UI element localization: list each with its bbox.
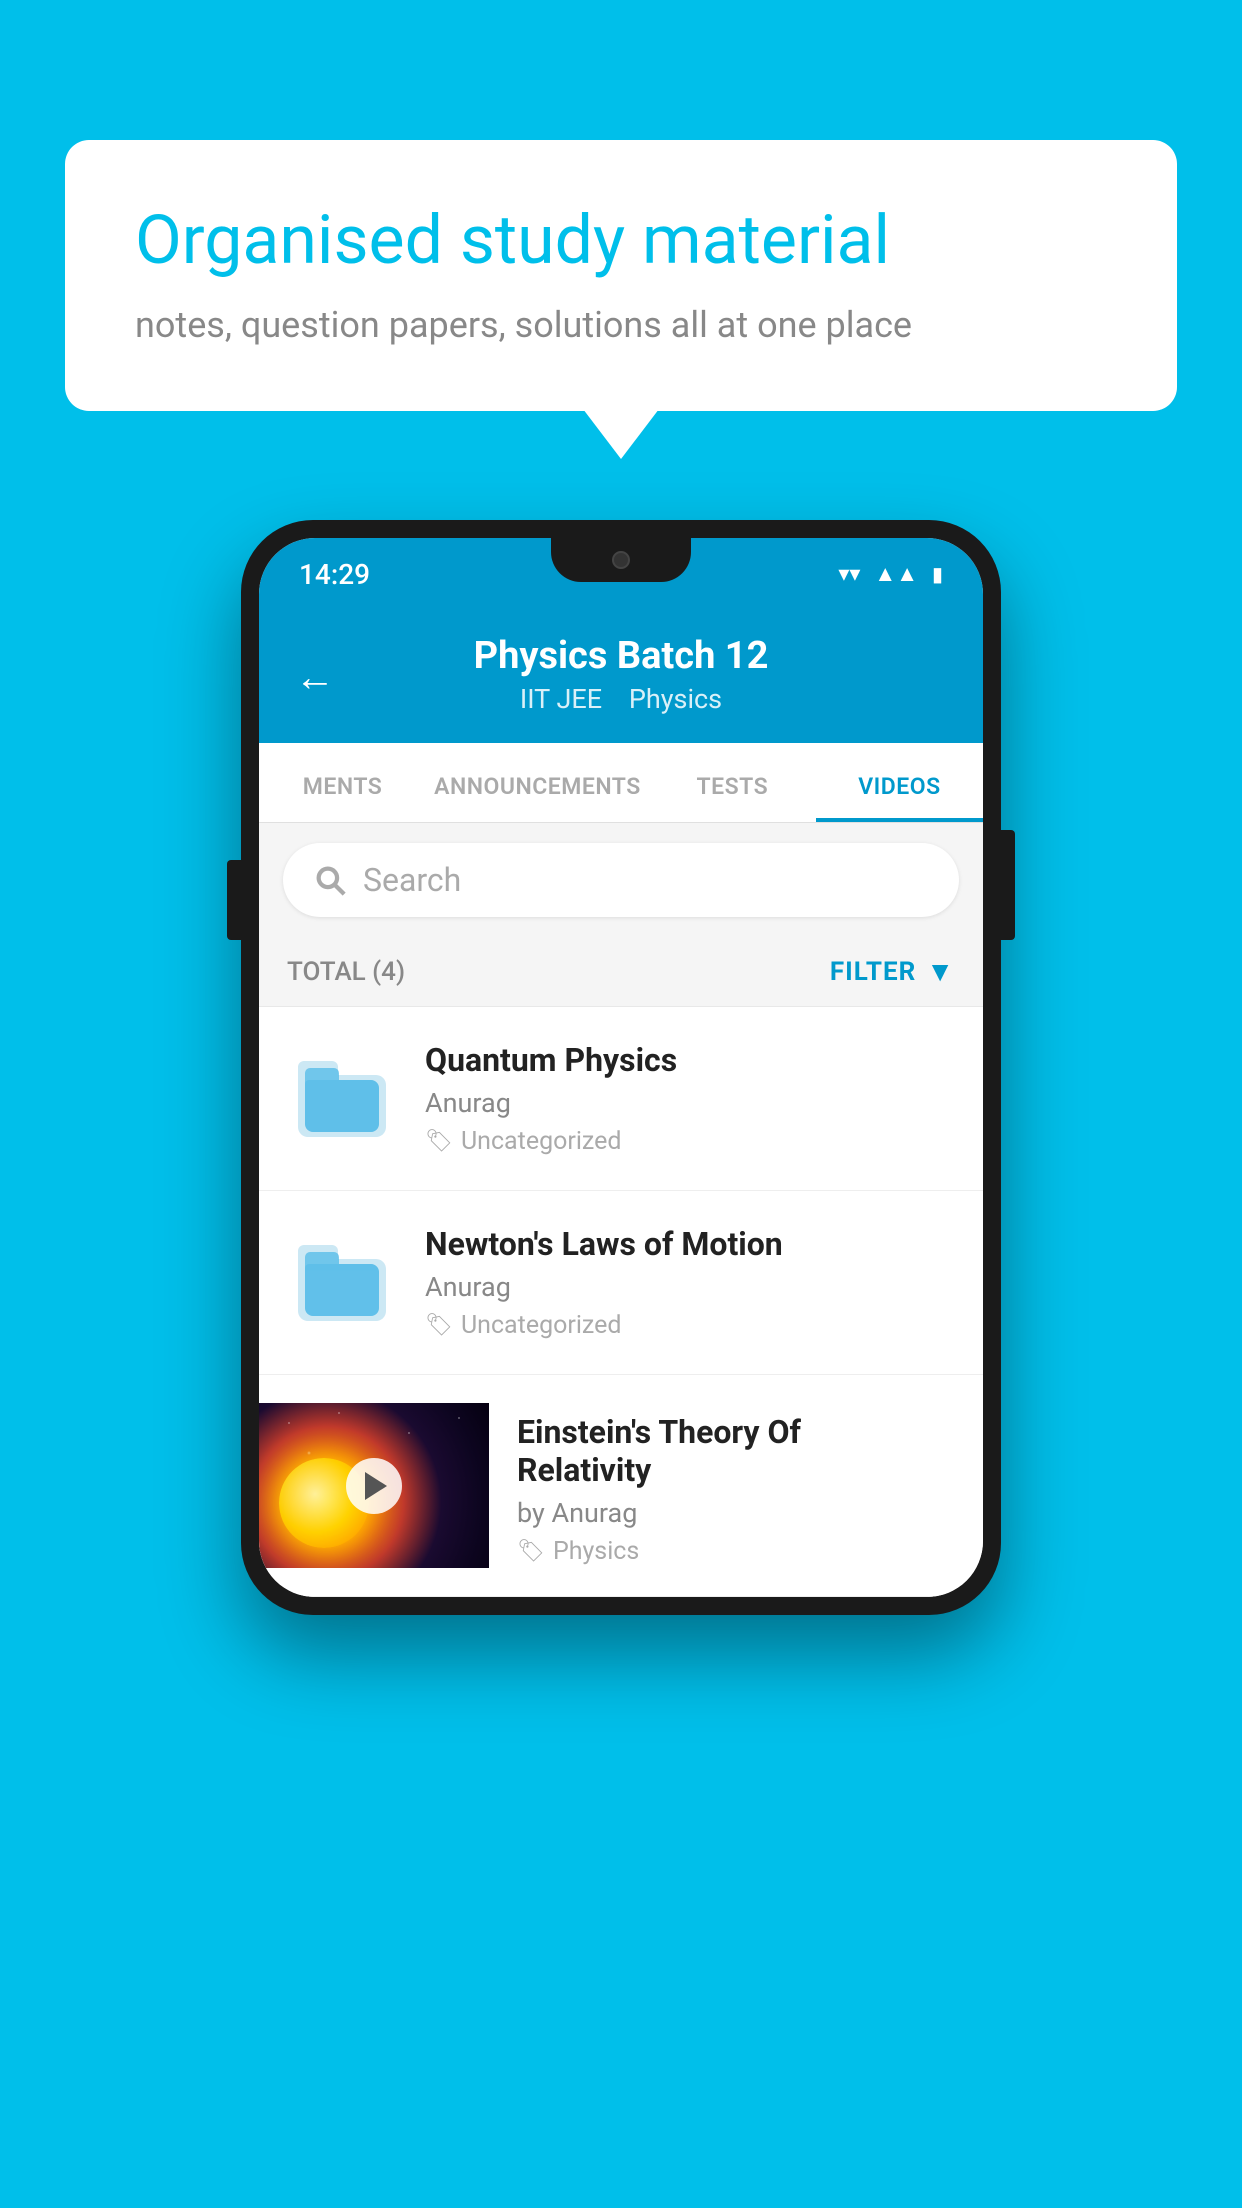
tab-videos[interactable]: VIDEOS: [816, 743, 983, 822]
tag-icon: 🏷: [517, 1539, 545, 1564]
video-tag: 🏷 Uncategorized: [425, 1127, 955, 1156]
folder-front: [305, 1080, 379, 1132]
folder-front: [305, 1264, 379, 1316]
search-bar[interactable]: Search: [283, 843, 959, 917]
subtitle-physics: Physics: [629, 683, 722, 715]
play-icon: [365, 1472, 387, 1500]
header-subtitle: IIT JEE Physics: [295, 683, 947, 715]
phone-screen: 14:29 ▾▾ ▲▲ ▮ ← Physics Batch 12 IIT JEE…: [259, 538, 983, 1597]
signal-icon: ▲▲: [874, 561, 918, 587]
search-section: Search: [259, 823, 983, 937]
battery-icon: ▮: [932, 562, 943, 586]
video-author: by Anurag: [517, 1497, 927, 1529]
list-item[interactable]: Newton's Laws of Motion Anurag 🏷 Uncateg…: [259, 1191, 983, 1375]
video-tag: 🏷 Physics: [517, 1537, 927, 1566]
speech-bubble-container: Organised study material notes, question…: [65, 140, 1177, 411]
folder-icon-wrap: [287, 1044, 397, 1154]
status-icons: ▾▾ ▲▲ ▮: [838, 561, 943, 587]
back-button[interactable]: ←: [295, 653, 335, 700]
video-author: Anurag: [425, 1271, 955, 1303]
video-title: Quantum Physics: [425, 1041, 955, 1079]
phone-mockup: 14:29 ▾▾ ▲▲ ▮ ← Physics Batch 12 IIT JEE…: [241, 520, 1001, 1615]
bubble-title: Organised study material: [135, 200, 1107, 282]
bubble-subtitle: notes, question papers, solutions all at…: [135, 304, 1107, 346]
camera: [612, 551, 630, 569]
speech-bubble: Organised study material notes, question…: [65, 140, 1177, 411]
video-thumbnail: [259, 1403, 489, 1568]
subtitle-iitjee: IIT JEE: [520, 683, 602, 715]
play-button-overlay[interactable]: [346, 1458, 402, 1514]
tab-announcements[interactable]: ANNOUNCEMENTS: [426, 743, 649, 822]
app-header: ← Physics Batch 12 IIT JEE Physics: [259, 610, 983, 743]
video-info: Einstein's Theory Of Relativity by Anura…: [489, 1403, 955, 1566]
notch: [551, 538, 691, 582]
video-title: Newton's Laws of Motion: [425, 1225, 955, 1263]
tag-icon: 🏷: [425, 1313, 453, 1338]
tabs-bar: MENTS ANNOUNCEMENTS TESTS VIDEOS: [259, 743, 983, 823]
tab-tests[interactable]: TESTS: [649, 743, 816, 822]
video-list: Quantum Physics Anurag 🏷 Uncategorized: [259, 1007, 983, 1597]
status-bar: 14:29 ▾▾ ▲▲ ▮: [259, 538, 983, 610]
phone-frame: 14:29 ▾▾ ▲▲ ▮ ← Physics Batch 12 IIT JEE…: [241, 520, 1001, 1615]
status-time: 14:29: [299, 558, 370, 591]
tab-ments[interactable]: MENTS: [259, 743, 426, 822]
folder-icon-wrap: [287, 1228, 397, 1338]
filter-icon: ▼: [926, 955, 955, 988]
video-info: Quantum Physics Anurag 🏷 Uncategorized: [425, 1041, 955, 1156]
video-tag: 🏷 Uncategorized: [425, 1311, 955, 1340]
filter-button[interactable]: FILTER ▼: [830, 955, 955, 988]
search-placeholder: Search: [363, 861, 461, 899]
tag-icon: 🏷: [425, 1129, 453, 1154]
list-item[interactable]: Quantum Physics Anurag 🏷 Uncategorized: [259, 1007, 983, 1191]
filter-row: TOTAL (4) FILTER ▼: [259, 937, 983, 1007]
search-icon: [313, 863, 347, 897]
video-info: Newton's Laws of Motion Anurag 🏷 Uncateg…: [425, 1225, 955, 1340]
total-count: TOTAL (4): [287, 957, 405, 987]
video-author: Anurag: [425, 1087, 955, 1119]
header-title: Physics Batch 12: [295, 634, 947, 678]
video-title: Einstein's Theory Of Relativity: [517, 1413, 927, 1489]
wifi-icon: ▾▾: [838, 562, 860, 587]
list-item[interactable]: Einstein's Theory Of Relativity by Anura…: [259, 1375, 983, 1597]
